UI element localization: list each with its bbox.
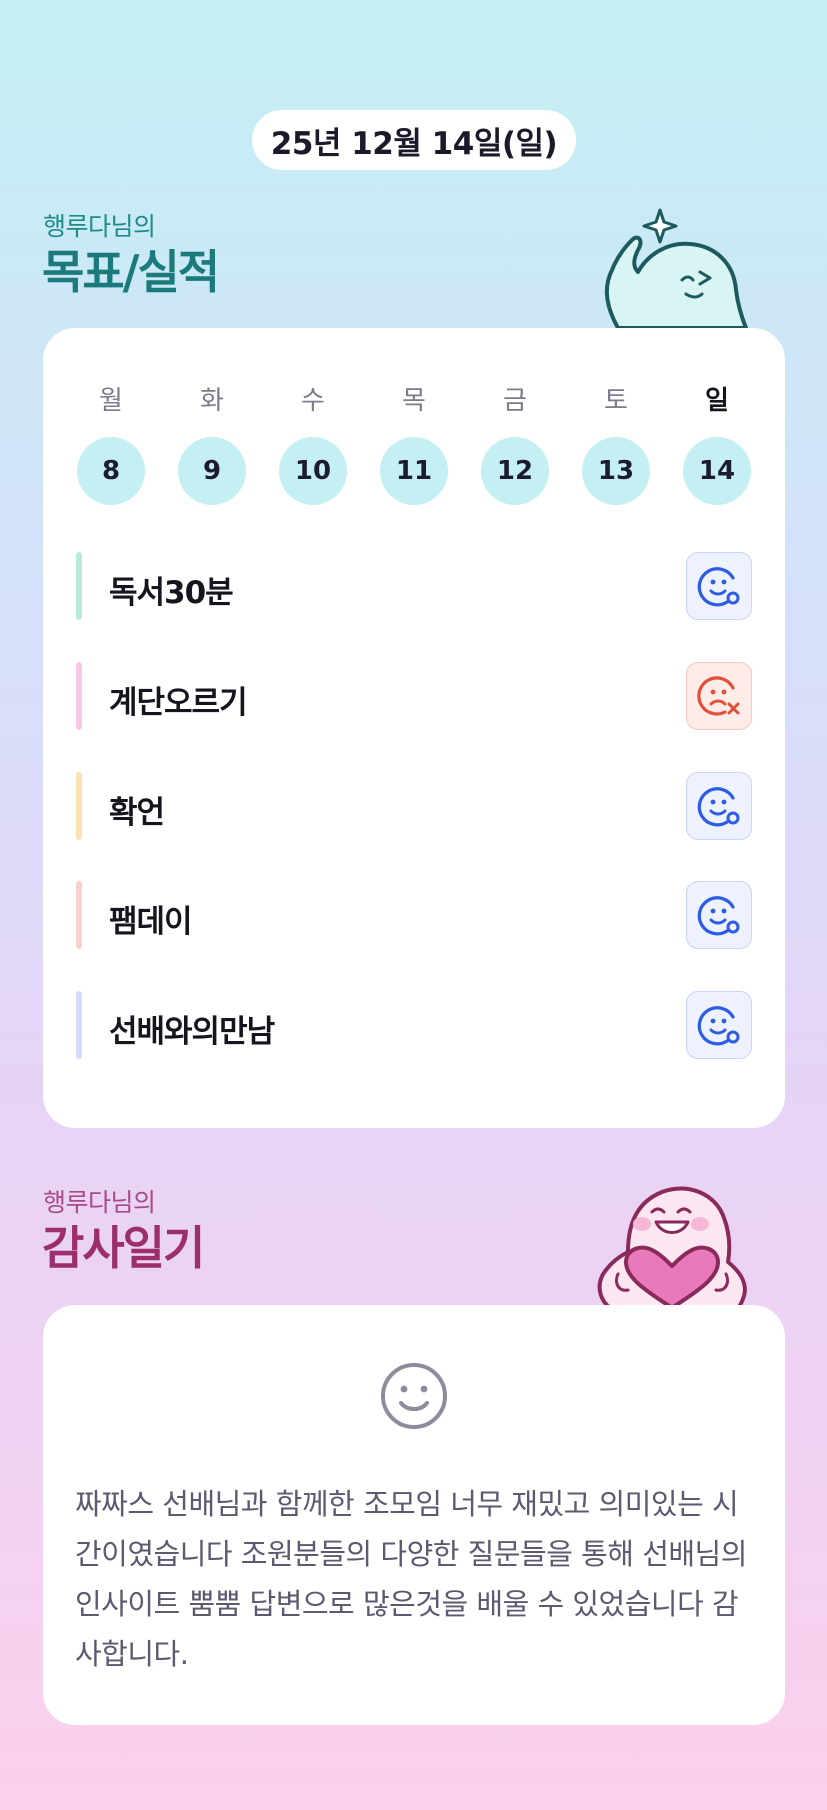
status-success-button[interactable] <box>686 552 752 620</box>
pink-heart-mascot-illustration <box>597 1186 747 1308</box>
status-success-button[interactable] <box>686 772 752 840</box>
goal-color-bar <box>76 552 82 620</box>
goal-label: 확언 <box>109 795 165 831</box>
day-button-12[interactable]: 12 <box>481 437 549 505</box>
day-button-13[interactable]: 13 <box>582 437 650 505</box>
weekday-label-fri: 금 <box>503 386 527 416</box>
day-button-8[interactable]: 8 <box>77 437 145 505</box>
status-success-button[interactable] <box>686 991 752 1059</box>
weekday-label-sat: 토 <box>604 386 628 416</box>
weekday-label-mon: 월 <box>99 386 123 416</box>
smile-check-icon <box>697 787 740 827</box>
goal-color-bar <box>76 662 82 730</box>
diary-entry-text: 짜짜스 선배님과 함께한 조모임 너무 재밌고 의미있는 시간이였습니다 조원분… <box>75 1487 747 1671</box>
smile-check-icon <box>697 1006 740 1046</box>
status-success-button[interactable] <box>686 881 752 949</box>
goal-color-bar <box>76 881 82 949</box>
goal-row[interactable]: 계단오르기 <box>76 662 752 732</box>
goal-row[interactable]: 선배와의만남 <box>76 991 752 1061</box>
goal-label: 선배와의만남 <box>109 1014 275 1050</box>
goal-row[interactable]: 독서30분 <box>76 552 752 622</box>
date-pill[interactable]: 25년 12월 14일(일) <box>252 110 576 170</box>
weekday-label-wed: 수 <box>301 386 325 416</box>
mint-mascot-illustration <box>604 208 748 330</box>
diary-title: 감사일기 <box>42 1221 205 1275</box>
goal-label: 계단오르기 <box>109 685 248 721</box>
day-button-14[interactable]: 14 <box>683 437 751 505</box>
diary-card: 짜짜스 선배님과 함께한 조모임 너무 재밌고 의미있는 시간이였습니다 조원분… <box>43 1305 785 1725</box>
smile-check-icon <box>697 567 740 607</box>
goal-row[interactable]: 팸데이 <box>76 881 752 951</box>
goal-color-bar <box>76 772 82 840</box>
goal-label: 독서30분 <box>109 575 234 611</box>
sad-x-icon <box>697 676 740 716</box>
status-fail-button[interactable] <box>686 662 752 730</box>
smile-face-icon <box>381 1363 447 1429</box>
weekday-label-thu: 목 <box>402 386 426 416</box>
goal-label: 팸데이 <box>109 904 193 940</box>
day-button-11[interactable]: 11 <box>380 437 448 505</box>
weekday-label-tue: 화 <box>200 386 224 416</box>
day-button-10[interactable]: 10 <box>279 437 347 505</box>
week-strip: 월 화 수 목 금 토 일 8 9 10 11 12 13 14 <box>76 380 752 510</box>
goal-color-bar <box>76 991 82 1059</box>
goals-card: 월 화 수 목 금 토 일 8 9 10 11 12 13 14 독서30분 계… <box>43 328 785 1128</box>
goals-title: 목표/실적 <box>42 245 220 299</box>
smile-check-icon <box>697 896 740 936</box>
day-button-9[interactable]: 9 <box>178 437 246 505</box>
goal-row[interactable]: 확언 <box>76 772 752 842</box>
weekday-label-sun: 일 <box>705 386 729 416</box>
